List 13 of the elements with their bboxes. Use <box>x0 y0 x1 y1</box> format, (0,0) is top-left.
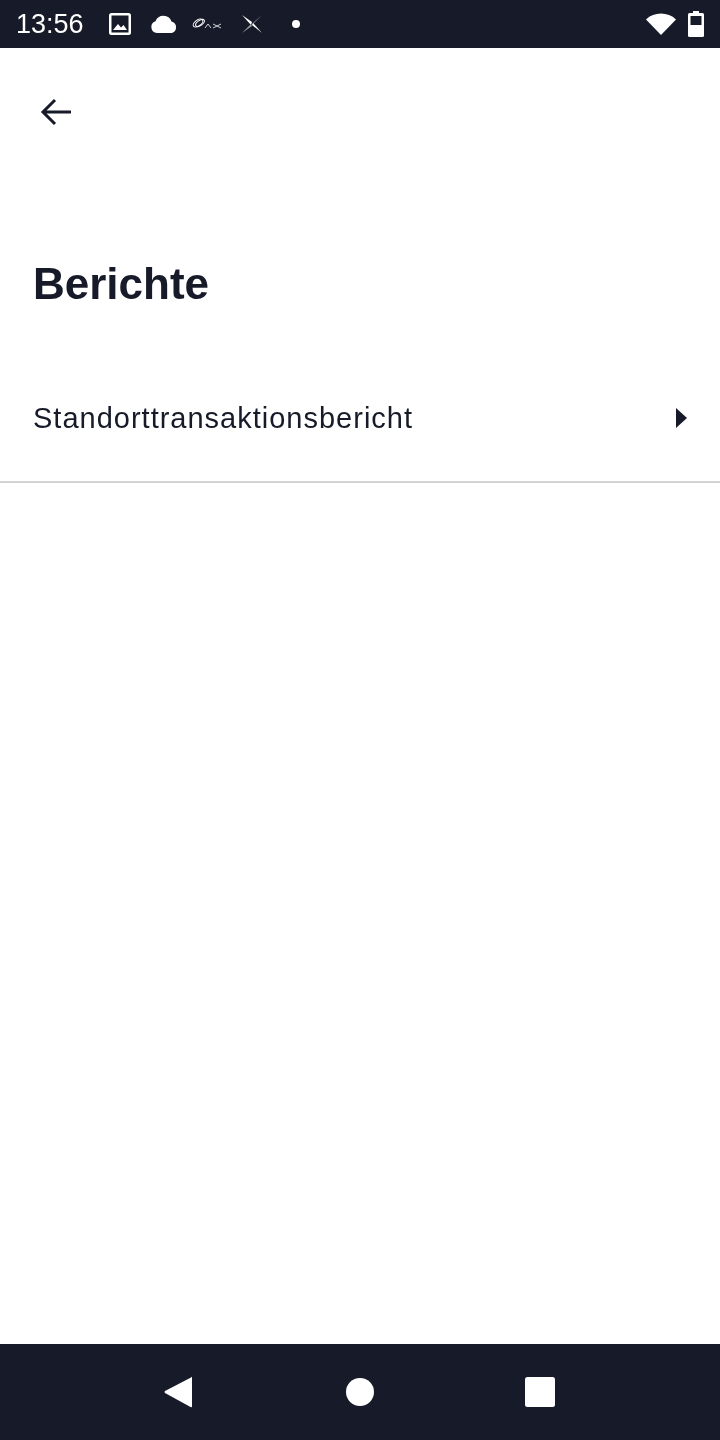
home-icon[interactable] <box>346 1378 374 1406</box>
cloud-icon <box>149 15 178 33</box>
image-icon <box>108 13 131 35</box>
back-icon[interactable] <box>164 1376 192 1408</box>
back-arrow-icon[interactable] <box>40 96 72 128</box>
dot-icon <box>291 20 300 28</box>
battery-icon <box>688 11 704 37</box>
logo-icon <box>191 18 223 30</box>
cross-icon <box>241 15 262 33</box>
page-title: Berichte <box>33 258 210 310</box>
wifi-icon <box>646 13 676 35</box>
status-time: 13:56 <box>16 8 84 40</box>
caret-icon <box>676 408 687 428</box>
